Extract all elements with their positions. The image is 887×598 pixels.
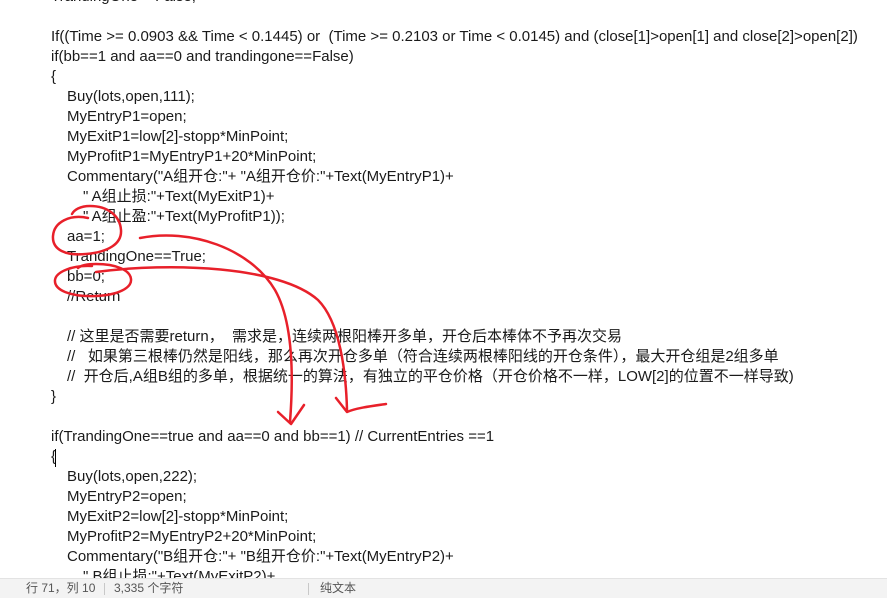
code-line: If((Time >= 0.0903 && Time < 0.1445) or …	[51, 28, 858, 45]
code-line: // 这里是否需要return， 需求是，连续两根阳棒开多单，开仓后本棒体不予再…	[67, 328, 623, 345]
code-line: MyExitP1=low[2]-stopp*MinPoint;	[67, 128, 289, 145]
code-line: TrandingOne==True;	[67, 248, 206, 265]
code-line: Buy(lots,open,111);	[67, 88, 195, 105]
code-line: if(bb==1 and aa==0 and trandingone==Fals…	[51, 48, 354, 65]
code-line: " B组止损:"+Text(MyExitP2)+	[83, 568, 276, 578]
code-line: " A组止盈:"+Text(MyProfitP1));	[83, 208, 285, 225]
code-line: Buy(lots,open,222);	[67, 468, 198, 485]
code-line: }	[51, 388, 57, 405]
code-line: MyProfitP2=MyEntryP2+20*MinPoint;	[67, 528, 317, 545]
cursor-position: 行 71，列 10	[26, 581, 96, 595]
code-line: Commentary("B组开仓:"+ "B组开仓价:"+Text(MyEntr…	[67, 548, 454, 565]
code-line: MyEntryP1=open;	[67, 108, 187, 125]
code-line: // 如果第三根棒仍然是阳线，那么再次开仓多单（符合连续两根棒阳线的开仓条件），…	[67, 348, 779, 365]
status-divider	[308, 583, 309, 595]
status-divider	[104, 583, 105, 595]
code-line: TrandingOne = False;	[51, 0, 196, 7]
text-format: 纯文本	[320, 581, 357, 595]
code-line: // 开仓后,A组B组的多单，根据统一的算法，有独立的平仓价格（开仓价格不一样，…	[67, 368, 794, 385]
code-line: MyExitP2=low[2]-stopp*MinPoint;	[67, 508, 289, 525]
code-line: {	[51, 68, 57, 85]
text-editor[interactable]: TrandingOne = False; If((Time >= 0.0903 &…	[0, 0, 887, 578]
code-line: aa=1;	[67, 228, 105, 245]
text-caret	[55, 449, 56, 467]
code-line: if(TrandingOne==true and aa==0 and bb==1…	[51, 428, 495, 445]
character-count: 3,335 个字符	[114, 581, 184, 595]
code-line: Commentary("A组开仓:"+ "A组开仓价:"+Text(MyEntr…	[67, 168, 454, 185]
code-line: MyEntryP2=open;	[67, 488, 187, 505]
status-bar: 行 71，列 10 3,335 个字符 纯文本	[0, 578, 887, 598]
code-line: " A组止损:"+Text(MyExitP1)+	[83, 188, 275, 205]
code-line: MyProfitP1=MyEntryP1+20*MinPoint;	[67, 148, 317, 165]
code-line: bb=0;	[67, 268, 105, 285]
code-line: //Return	[67, 288, 121, 305]
